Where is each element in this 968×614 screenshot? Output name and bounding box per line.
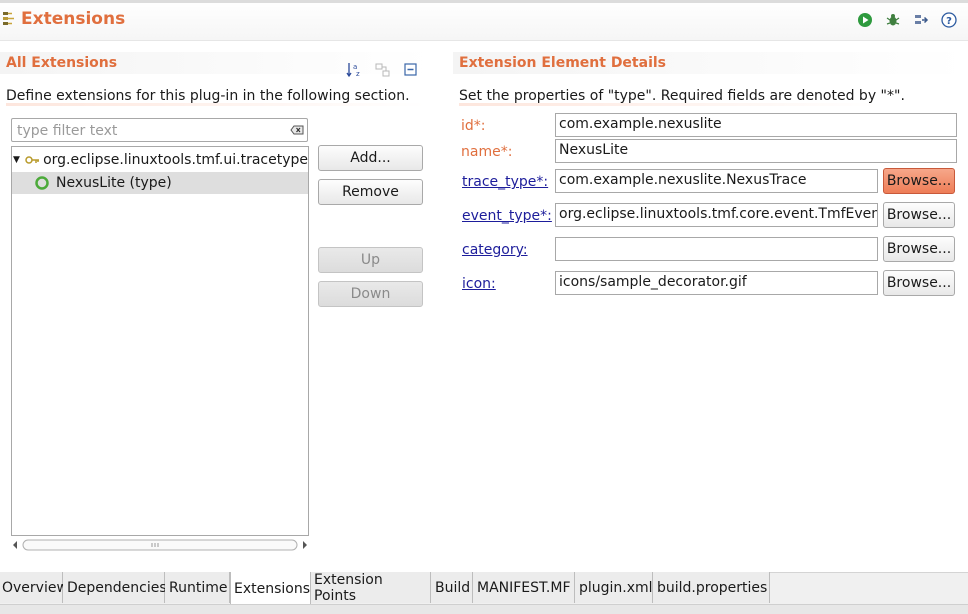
event-type-browse-button[interactable]: Browse... [883, 202, 955, 228]
icon-link[interactable]: icon: [462, 276, 496, 292]
extensions-tree[interactable]: ▼ org.eclipse.linuxtools.tmf.ui.tracetyp… [11, 146, 309, 536]
tab-runtime[interactable]: Runtime [165, 572, 230, 603]
tree-item-tracetype[interactable]: ▼ org.eclipse.linuxtools.tmf.ui.tracetyp… [12, 149, 308, 171]
id-label: id*: [461, 118, 486, 134]
svg-text:?: ? [946, 16, 952, 27]
export-icon[interactable] [912, 11, 930, 29]
description-underline [6, 103, 426, 106]
trace-type-link[interactable]: trace_type*: [462, 174, 548, 190]
filter-box [11, 118, 308, 142]
tab-plugin-xml[interactable]: plugin.xml [575, 572, 653, 603]
tab-manifest-mf[interactable]: MANIFEST.MF [473, 572, 575, 603]
tab-extensions[interactable]: Extensions [230, 572, 311, 605]
element-icon [35, 176, 49, 190]
page-title: Extensions [21, 9, 126, 29]
extension-point-icon [25, 155, 40, 165]
add-button[interactable]: Add... [318, 145, 423, 171]
tree-horizontal-scrollbar[interactable] [11, 538, 309, 552]
tree-item-nexuslite[interactable]: NexusLite (type) [12, 172, 308, 194]
svg-text:z: z [356, 70, 360, 78]
tab-build[interactable]: Build [431, 572, 473, 603]
icon-field[interactable]: icons/sample_decorator.gif [555, 271, 878, 295]
debug-icon[interactable] [884, 11, 902, 29]
filter-input[interactable] [15, 120, 279, 142]
category-browse-button[interactable]: Browse... [883, 236, 955, 262]
name-field[interactable]: NexusLite [555, 139, 957, 163]
tab-build-properties[interactable]: build.properties [653, 572, 770, 603]
tree-item-label: org.eclipse.linuxtools.tmf.ui.tracetype [43, 152, 308, 168]
down-button[interactable]: Down [318, 281, 423, 307]
id-field[interactable]: com.example.nexuslite [555, 113, 957, 137]
details-description: Set the properties of "type". Required f… [459, 88, 905, 104]
help-icon[interactable]: ? [940, 11, 958, 29]
all-extensions-description: Define extensions for this plug-in in th… [6, 88, 410, 104]
tab-extension-points[interactable]: Extension Points [311, 572, 431, 604]
trace-type-field[interactable]: com.example.nexuslite.NexusTrace [555, 169, 878, 193]
extensions-icon [2, 11, 18, 31]
name-label: name*: [461, 144, 513, 160]
icon-browse-button[interactable]: Browse... [883, 270, 955, 296]
expand-triangle-icon[interactable]: ▼ [13, 155, 22, 165]
category-field[interactable] [555, 237, 878, 261]
tab-overview[interactable]: Overview [0, 572, 68, 603]
header-top-border [0, 0, 968, 3]
category-link[interactable]: category: [462, 242, 528, 258]
event-type-field[interactable]: org.eclipse.linuxtools.tmf.core.event.Tm… [555, 203, 878, 227]
trace-type-browse-button[interactable]: Browse... [883, 168, 955, 194]
all-extensions-title: All Extensions [6, 55, 118, 71]
tab-dependencies[interactable]: Dependencies [63, 572, 167, 603]
show-full-name-icon[interactable] [374, 61, 392, 83]
up-button[interactable]: Up [318, 247, 423, 273]
event-type-link[interactable]: event_type*: [462, 208, 552, 224]
run-icon[interactable] [856, 11, 874, 29]
tree-item-label: NexusLite (type) [56, 175, 172, 191]
collapse-all-icon[interactable] [402, 61, 420, 83]
sort-alpha-icon[interactable]: az [346, 61, 364, 83]
details-title: Extension Element Details [459, 55, 666, 71]
clear-filter-icon[interactable] [290, 123, 304, 141]
editor-header [0, 0, 968, 41]
remove-button[interactable]: Remove [318, 179, 423, 205]
description-underline [459, 103, 879, 106]
